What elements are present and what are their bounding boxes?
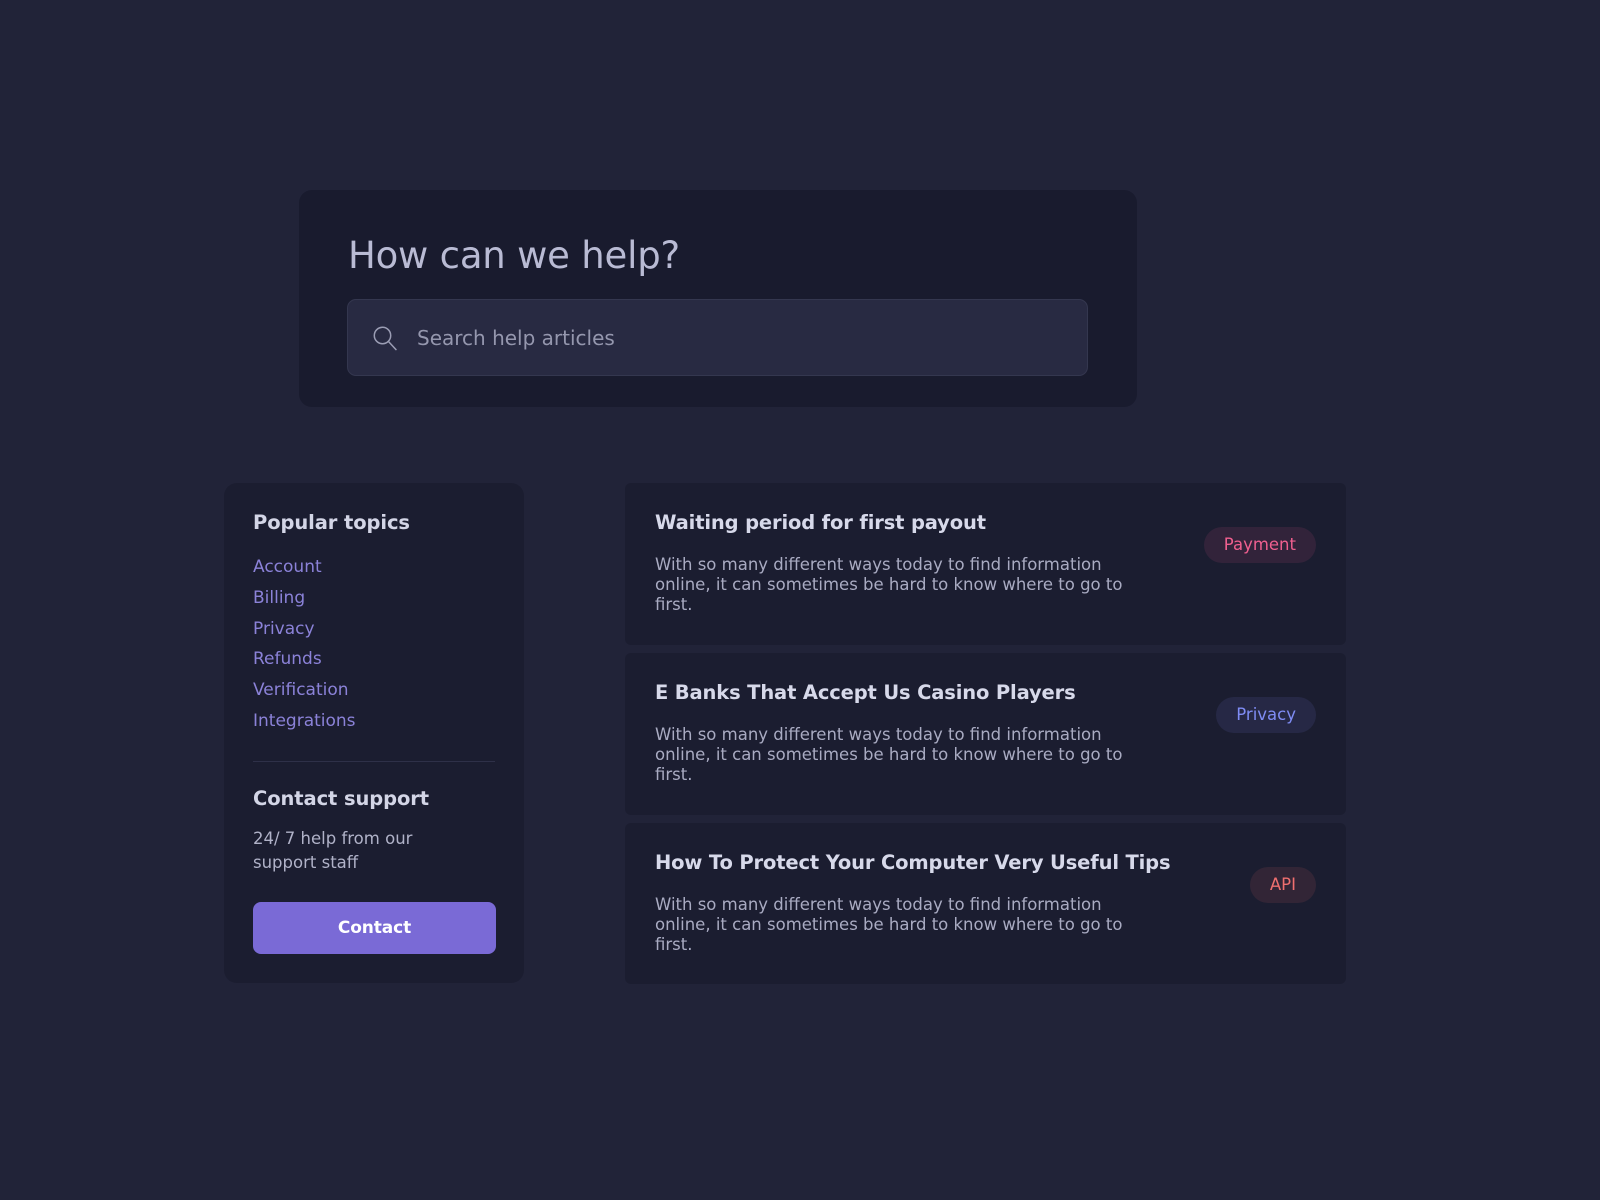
status-badge[interactable]: Payment [1203, 527, 1316, 564]
sidebar-item-privacy[interactable]: Privacy [253, 618, 315, 642]
list-item: Refunds [253, 648, 495, 672]
article-excerpt: With so many different ways today to fin… [655, 725, 1123, 784]
sidebar-item-integrations[interactable]: Integrations [253, 710, 356, 734]
article-list: Waiting period for first payout With so … [625, 483, 1346, 985]
contact-button[interactable]: Contact [253, 901, 496, 954]
article-card[interactable]: How To Protect Your Computer Very Useful… [625, 822, 1346, 985]
list-item: Privacy [253, 618, 495, 642]
article-title[interactable]: Waiting period for first payout [655, 511, 1184, 534]
page-title: How can we help? [348, 234, 680, 277]
sidebar-divider [253, 760, 495, 762]
contact-support-heading: Contact support [253, 786, 429, 810]
article-card[interactable]: E Banks That Accept Us Casino Players Wi… [625, 652, 1346, 815]
hero-panel: How can we help? [299, 190, 1137, 407]
article-excerpt: With so many different ways today to fin… [655, 894, 1123, 954]
status-badge[interactable]: API [1249, 866, 1316, 903]
contact-support-description: 24/ 7 help from our support staff [253, 828, 413, 872]
contact-support-block: Contact support 24/ 7 help from our supp… [253, 786, 496, 954]
article-title[interactable]: How To Protect Your Computer Very Useful… [655, 851, 1230, 874]
article-content: Waiting period for first payout With so … [655, 511, 1184, 615]
article-content: How To Protect Your Computer Very Useful… [655, 851, 1230, 955]
list-item: Verification [253, 679, 495, 703]
list-item: Account [253, 556, 495, 580]
list-item: Integrations [253, 710, 495, 734]
sidebar-item-verification[interactable]: Verification [253, 679, 349, 703]
sidebar-item-billing[interactable]: Billing [253, 587, 305, 611]
search-icon [373, 326, 397, 350]
sidebar-item-refunds[interactable]: Refunds [253, 648, 322, 672]
list-item: Billing [253, 587, 495, 611]
article-card[interactable]: Waiting period for first payout With so … [625, 483, 1346, 645]
popular-topics-heading: Popular topics [253, 511, 410, 534]
article-excerpt: With so many different ways today to fin… [655, 555, 1123, 614]
status-badge[interactable]: Privacy [1216, 696, 1316, 733]
search-input[interactable] [417, 300, 1065, 375]
sidebar-item-account[interactable]: Account [253, 556, 322, 580]
popular-topics-list: Account Billing Privacy Refunds Verifica… [253, 556, 495, 734]
help-center-page: How can we help? Popular topics Account … [0, 0, 1600, 1200]
sidebar-panel: Popular topics Account Billing Privacy R… [224, 483, 524, 983]
search-bar[interactable] [347, 299, 1088, 376]
article-content: E Banks That Accept Us Casino Players Wi… [655, 681, 1196, 785]
article-title[interactable]: E Banks That Accept Us Casino Players [655, 681, 1196, 704]
